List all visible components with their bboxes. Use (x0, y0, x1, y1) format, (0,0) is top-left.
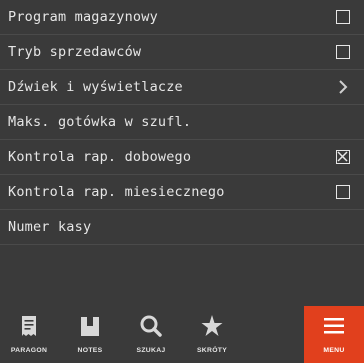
setting-label: Maks. gotówka w szufl. (8, 114, 192, 130)
settings-list: Program magazynowy Tryb sprzedawców Dźwi… (0, 0, 364, 300)
checkbox[interactable] (336, 45, 350, 59)
receipt-icon (22, 316, 36, 336)
tab-label: NOTES (77, 347, 103, 354)
hamburger-menu-icon (324, 318, 344, 334)
setting-label: Numer kasy (8, 219, 92, 235)
setting-row-numer-kasy[interactable]: Numer kasy (0, 210, 364, 245)
setting-label: Dźwiek i wyświetlacze (8, 79, 183, 95)
setting-row-kontrola-rap-dobowego[interactable]: Kontrola rap. dobowego (0, 140, 364, 175)
bottom-nav-bar: PARAGON NOTES SZUKAJ SKRÓTY MENU (0, 306, 364, 363)
tab-label: SZUKAJ (136, 347, 166, 354)
setting-row-kontrola-rap-miesiecznego[interactable]: Kontrola rap. miesiecznego (0, 175, 364, 210)
checkbox[interactable] (336, 10, 350, 24)
notebook-icon (81, 317, 99, 336)
checkbox-checked[interactable] (336, 150, 350, 164)
setting-row-tryb-sprzedawcow[interactable]: Tryb sprzedawców (0, 35, 364, 70)
setting-row-dzwiek-i-wyswietlacze[interactable]: Dźwiek i wyświetlacze (0, 70, 364, 105)
star-icon (201, 315, 223, 336)
tab-notes[interactable]: NOTES (61, 306, 119, 363)
checkbox[interactable] (336, 185, 350, 199)
setting-label: Tryb sprzedawców (8, 44, 142, 60)
setting-row-program-magazynowy[interactable]: Program magazynowy (0, 0, 364, 35)
setting-label: Kontrola rap. miesiecznego (8, 184, 225, 200)
tab-szukaj[interactable]: SZUKAJ (122, 306, 180, 363)
tab-label: MENU (323, 347, 345, 354)
check-x-icon (337, 151, 348, 162)
tab-menu[interactable]: MENU (304, 306, 364, 363)
setting-label: Program magazynowy (8, 9, 158, 25)
setting-row-maks-gotowka[interactable]: Maks. gotówka w szufl. (0, 105, 364, 140)
chevron-right-icon (339, 80, 348, 94)
tab-skroty[interactable]: SKRÓTY (183, 306, 241, 363)
search-icon (140, 315, 162, 337)
tab-label: PARAGON (10, 347, 48, 354)
tab-label: SKRÓTY (196, 347, 228, 354)
tab-paragon[interactable]: PARAGON (0, 306, 58, 363)
setting-label: Kontrola rap. dobowego (8, 149, 192, 165)
